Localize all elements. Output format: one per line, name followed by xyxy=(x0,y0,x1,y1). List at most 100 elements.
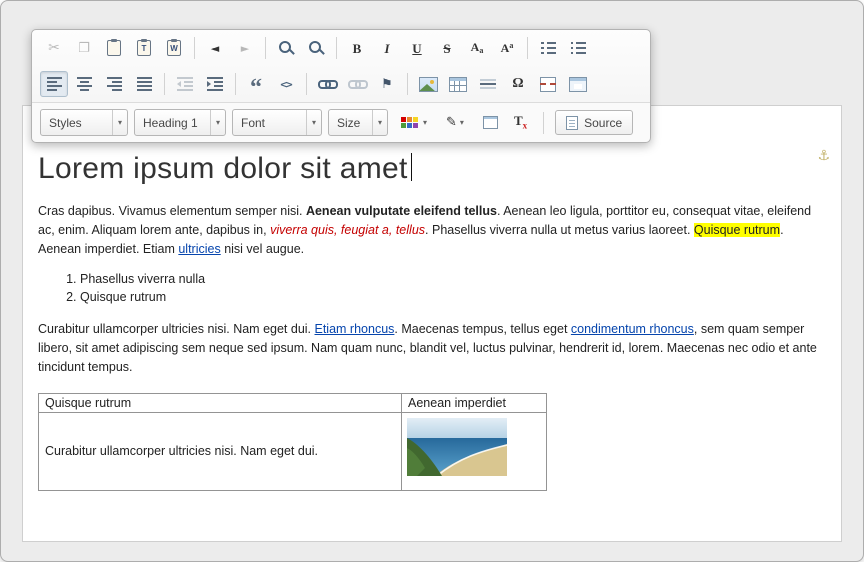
paste-word-button[interactable]: W xyxy=(160,35,188,61)
content-link[interactable]: Etiam rhoncus xyxy=(315,322,395,336)
text-color-icon xyxy=(401,117,418,128)
numbered-list-button[interactable] xyxy=(534,35,562,61)
outdent-icon xyxy=(177,77,193,91)
toolbar-row-1: ✂ ❐ T W ◄ ► B I U S Aa Aa xyxy=(32,30,650,66)
iframe-icon xyxy=(569,77,587,92)
align-right-button[interactable] xyxy=(100,71,128,97)
unlink-button[interactable] xyxy=(343,71,371,97)
image-button[interactable] xyxy=(414,71,442,97)
table-header-cell: Quisque rutrum xyxy=(39,393,402,412)
beach-image xyxy=(407,418,507,476)
blockquote-icon: “ xyxy=(250,78,262,90)
redo-button[interactable]: ► xyxy=(231,35,259,61)
justify-button[interactable] xyxy=(130,71,158,97)
copy-icon: ❐ xyxy=(78,42,90,55)
toolbar-separator xyxy=(306,73,307,95)
font-dropdown[interactable]: Font ▾ xyxy=(232,109,322,136)
page-break-icon xyxy=(540,77,556,92)
copy-button[interactable]: ❐ xyxy=(70,35,98,61)
format-dropdown[interactable]: Heading 1 ▾ xyxy=(134,109,226,136)
italic-button[interactable]: I xyxy=(373,35,401,61)
code-icon: <> xyxy=(280,78,291,91)
content-link[interactable]: condimentum rhoncus xyxy=(571,322,694,336)
horizontal-rule-button[interactable] xyxy=(474,71,502,97)
size-dropdown[interactable]: Size ▾ xyxy=(328,109,388,136)
editor-toolbar: ✂ ❐ T W ◄ ► B I U S Aa Aa xyxy=(31,29,651,143)
subscript-icon-mark: a xyxy=(479,47,483,55)
paste-text-button[interactable]: T xyxy=(130,35,158,61)
source-button-label: Source xyxy=(584,116,622,130)
chevron-down-icon: ▾ xyxy=(210,110,225,135)
content-table: Quisque rutrum Aenean imperdiet Curabitu… xyxy=(38,393,547,491)
paragraph-1: Cras dapibus. Vivamus elementum semper n… xyxy=(38,202,826,259)
find-button[interactable] xyxy=(272,35,300,61)
text-segment: viverra quis, feugiat a, tellus xyxy=(270,223,425,237)
paragraph-2: Curabitur ullamcorper ultricies nisi. Na… xyxy=(38,320,826,377)
format-dropdown-label: Heading 1 xyxy=(135,116,206,130)
bold-button[interactable]: B xyxy=(343,35,371,61)
text-segment: nisi vel augue. xyxy=(221,242,304,256)
paste-word-icon: W xyxy=(167,40,181,56)
blockquote-button[interactable]: “ xyxy=(242,71,270,97)
omega-icon: Ω xyxy=(512,77,523,91)
bold-icon: B xyxy=(353,42,362,55)
text-segment: Cras dapibus. Vivamus elementum semper n… xyxy=(38,204,306,218)
palette-swatch xyxy=(401,123,406,128)
heading-text: Lorem ipsum dolor sit amet xyxy=(38,152,408,185)
editor-content[interactable]: ⚓ Lorem ipsum dolor sit amet Cras dapibu… xyxy=(22,105,842,542)
superscript-icon-mark: a xyxy=(509,42,513,50)
underline-button[interactable]: U xyxy=(403,35,431,61)
chevron-down-icon: ▾ xyxy=(420,111,430,134)
text-segment: Aenean vulputate eleifend tellus xyxy=(306,204,497,218)
redo-icon: ► xyxy=(241,43,249,54)
special-char-button[interactable]: Ω xyxy=(504,71,532,97)
styles-dropdown[interactable]: Styles ▾ xyxy=(40,109,128,136)
text-color-button[interactable]: ▾ xyxy=(394,110,435,135)
horizontal-rule-icon xyxy=(480,78,496,90)
indent-button[interactable] xyxy=(201,71,229,97)
undo-button[interactable]: ◄ xyxy=(201,35,229,61)
maximize-button[interactable] xyxy=(478,110,503,135)
image-icon xyxy=(419,77,438,92)
palette-swatch xyxy=(407,117,412,122)
maximize-icon xyxy=(483,116,498,129)
document-heading: Lorem ipsum dolor sit amet xyxy=(38,152,826,186)
superscript-button[interactable]: Aa xyxy=(493,35,521,61)
table-header-row: Quisque rutrum Aenean imperdiet xyxy=(39,393,547,412)
link-icon xyxy=(318,79,336,89)
align-center-button[interactable] xyxy=(70,71,98,97)
source-button[interactable]: Source xyxy=(555,110,633,135)
paste-button[interactable] xyxy=(100,35,128,61)
bulleted-list-icon xyxy=(571,42,586,54)
toolbar-row-3: Styles ▾ Heading 1 ▾ Font ▾ Size ▾ xyxy=(32,102,650,142)
outdent-button[interactable] xyxy=(171,71,199,97)
page-break-button[interactable] xyxy=(534,71,562,97)
remove-format-icon-letter: T xyxy=(514,113,523,128)
toolbar-separator xyxy=(407,73,408,95)
align-left-icon xyxy=(47,77,62,91)
subscript-button[interactable]: Aa xyxy=(463,35,491,61)
remove-format-icon: Tx xyxy=(514,114,527,131)
strikethrough-button[interactable]: S xyxy=(433,35,461,61)
content-link[interactable]: ultricies xyxy=(178,242,220,256)
table-button[interactable] xyxy=(444,71,472,97)
code-snippet-button[interactable]: <> xyxy=(272,71,300,97)
iframe-button[interactable] xyxy=(564,71,592,97)
list-item: Quisque rutrum xyxy=(80,289,826,306)
link-button[interactable] xyxy=(313,71,341,97)
align-left-button[interactable] xyxy=(40,71,68,97)
anchor-icon[interactable]: ⚓ xyxy=(817,148,830,162)
toolbar-row-2: “ <> ⚑ Ω xyxy=(32,66,650,102)
replace-button[interactable] xyxy=(302,35,330,61)
anchor-button[interactable]: ⚑ xyxy=(373,71,401,97)
italic-icon: I xyxy=(384,42,389,55)
background-color-button[interactable]: ✎ ▾ xyxy=(441,110,472,135)
remove-format-icon-mark: x xyxy=(523,121,528,131)
bulleted-list-button[interactable] xyxy=(564,35,592,61)
toolbar-separator xyxy=(336,37,337,59)
paste-text-icon: T xyxy=(137,40,151,56)
remove-format-button[interactable]: Tx xyxy=(509,110,532,135)
table-icon xyxy=(449,77,467,92)
cut-button[interactable]: ✂ xyxy=(40,35,68,61)
styles-dropdown-label: Styles xyxy=(41,116,90,130)
